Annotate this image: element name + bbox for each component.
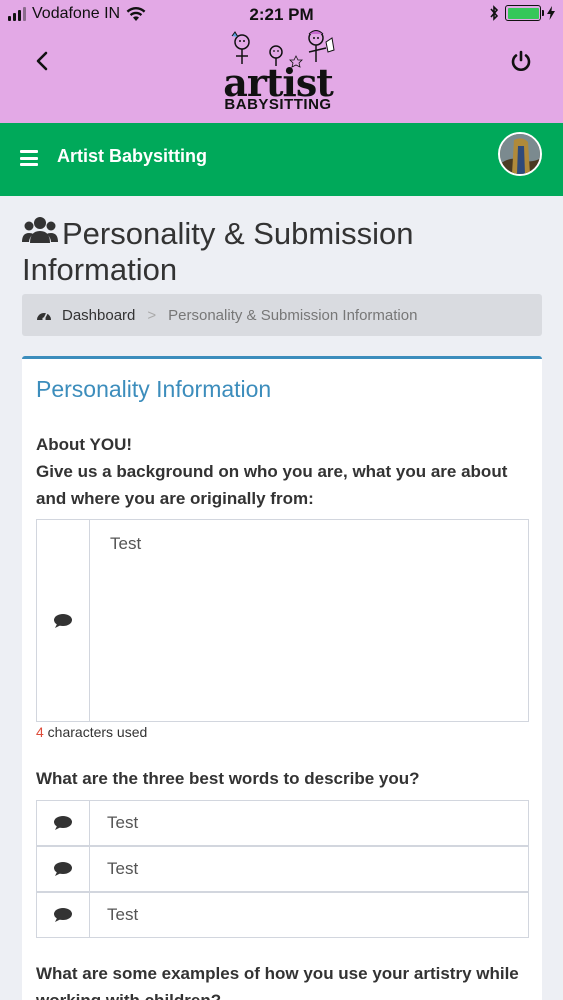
breadcrumb-current: Personality & Submission Information — [168, 306, 418, 324]
comment-icon — [54, 908, 72, 922]
comment-icon — [54, 613, 72, 628]
comment-icon — [54, 816, 72, 830]
bluetooth-icon — [490, 5, 499, 21]
artistry-question: What are some examples of how you use yo… — [36, 964, 519, 1000]
word-addon-2 — [37, 847, 90, 891]
three-words-question: What are the three best words to describ… — [36, 769, 420, 788]
about-value[interactable]: Test — [90, 520, 161, 721]
card-title: Personality Information — [36, 376, 272, 402]
dashboard-gauge-icon — [37, 312, 51, 321]
word-input-3[interactable]: Test — [36, 892, 529, 938]
power-icon[interactable] — [509, 49, 533, 73]
comment-icon — [54, 862, 72, 876]
charging-icon — [547, 6, 555, 20]
word-input-1[interactable]: Test — [36, 800, 529, 846]
word-addon-1 — [37, 801, 90, 845]
page-title: Personality & Submission Information — [22, 215, 542, 288]
battery-icon — [505, 5, 544, 21]
avatar[interactable] — [498, 132, 542, 176]
breadcrumb: Dashboard > Personality & Submission Inf… — [22, 294, 542, 336]
breadcrumb-separator: > — [147, 306, 157, 324]
back-chevron-icon[interactable] — [30, 48, 56, 74]
word-input-2[interactable]: Test — [36, 846, 529, 892]
character-counter: 4 characters used — [36, 724, 147, 740]
app-title[interactable]: Artist Babysitting — [57, 146, 207, 167]
app-bar: Artist Babysitting — [0, 123, 563, 196]
word-value-1[interactable]: Test — [90, 801, 138, 845]
hamburger-menu-icon[interactable] — [20, 150, 38, 166]
about-prompt: Give us a background on who you are, wha… — [36, 462, 508, 508]
about-heading: About YOU! — [36, 435, 133, 454]
about-textarea[interactable]: Test — [36, 519, 529, 722]
textarea-addon — [37, 520, 90, 721]
word-value-3[interactable]: Test — [90, 893, 138, 937]
about-question: About YOU! Give us a background on who y… — [36, 431, 528, 512]
word-addon-3 — [37, 893, 90, 937]
logo-subtitle: BABYSITTING — [224, 96, 332, 113]
artist-babysitting-logo: artist BABYSITTING — [214, 28, 342, 116]
top-header: Vodafone IN 2:21 PM artist BABYSITTING — [0, 0, 563, 123]
personality-card: Personality Information About YOU! Give … — [22, 356, 542, 1000]
users-icon — [22, 217, 58, 243]
status-bar: Vodafone IN 2:21 PM — [0, 0, 563, 30]
word-value-2[interactable]: Test — [90, 847, 138, 891]
page-title-text: Personality & Submission Information — [22, 216, 414, 287]
breadcrumb-dashboard-link[interactable]: Dashboard — [62, 307, 135, 324]
character-count: 4 — [36, 724, 44, 740]
clock: 2:21 PM — [249, 5, 314, 24]
character-counter-label: characters used — [43, 724, 148, 740]
